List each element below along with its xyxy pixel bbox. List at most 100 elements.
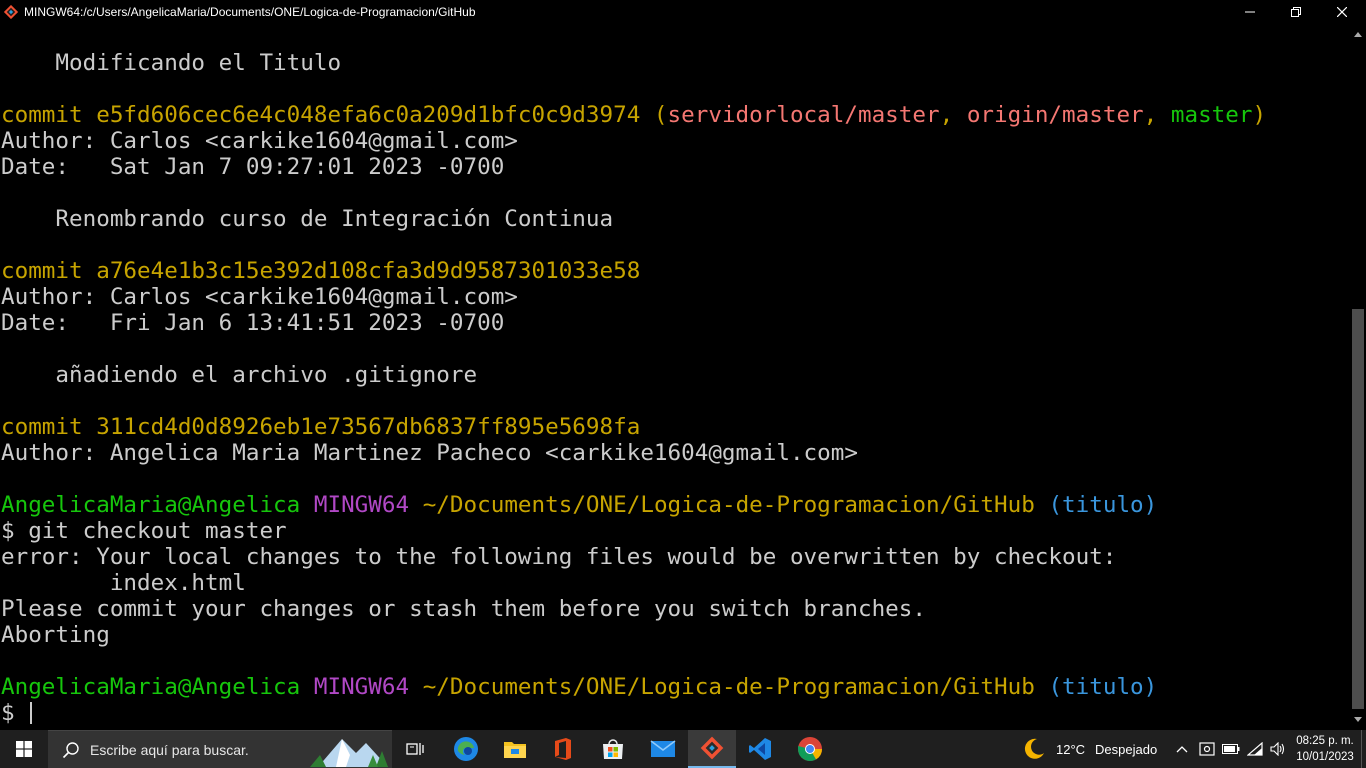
chevron-up-icon [1176, 746, 1188, 753]
office-icon [555, 738, 571, 760]
windows-logo-icon [16, 741, 32, 757]
file-explorer-button[interactable] [491, 730, 539, 768]
moon-icon [1024, 738, 1044, 759]
terminal-text: Please commit your changes or stash them… [1, 596, 926, 622]
taskbar-search-box[interactable]: Escribe aquí para buscar. [48, 730, 392, 768]
terminal-text: error: Your local changes to the followi… [1, 544, 1117, 570]
edge-button[interactable] [441, 730, 491, 768]
terminal-text: añadiendo el archivo .gitignore [1, 362, 478, 388]
weather-condition: Despejado [1095, 741, 1158, 757]
terminal-text: Renombrando curso de Integración Continu… [1, 206, 614, 232]
scroll-up-arrow-icon[interactable] [1350, 26, 1366, 42]
volume-button[interactable] [1267, 730, 1289, 768]
terminal-line: commit a76e4e1b3c15e392d108cfa3d9d958730… [0, 258, 1350, 284]
terminal-line: Modificando el Titulo [0, 50, 1350, 76]
terminal-line: index.html [0, 570, 1350, 596]
terminal-text: ) [1252, 102, 1267, 128]
taskbar: Escribe aquí para buscar. 12°C Despejado… [0, 730, 1366, 768]
terminal-text: , [1143, 102, 1171, 128]
terminal-line: Author: Angelica Maria Martinez Pacheco … [0, 440, 1350, 466]
terminal-line: Aborting [0, 622, 1350, 648]
terminal-text: MINGW64 [313, 492, 423, 518]
terminal-text: (titulo) [1048, 492, 1158, 518]
scroll-down-arrow-icon[interactable] [1350, 712, 1366, 728]
terminal-text: Author: Carlos <carkike1604@gmail.com> [1, 128, 518, 154]
terminal-line: commit 311cd4d0d8926eb1e73567db6837ff895… [0, 414, 1350, 440]
search-icon [62, 741, 79, 758]
start-button[interactable] [0, 730, 48, 768]
terminal-text: servidorlocal/master [667, 102, 940, 128]
terminal-line: $ git checkout master [0, 518, 1350, 544]
text-cursor [30, 702, 33, 724]
search-placeholder: Escribe aquí para buscar. [90, 741, 249, 758]
terminal-line: commit e5fd606cec6e4c048efa6c0a209d1bfc0… [0, 102, 1350, 128]
git-bash-icon [700, 736, 724, 760]
terminal-text: Author: Angelica Maria Martinez Pacheco … [1, 440, 858, 466]
speaker-icon [1270, 742, 1285, 756]
scroll-thumb[interactable] [1352, 309, 1364, 709]
edge-icon [454, 737, 478, 761]
git-bash-app-icon [4, 5, 18, 19]
terminal-text: index.html [1, 570, 246, 596]
terminal-line: $ [0, 700, 1350, 726]
show-hidden-icons-button[interactable] [1172, 730, 1192, 768]
terminal-text: Author: Carlos <carkike1604@gmail.com> [1, 284, 518, 310]
clock[interactable]: 08:25 p. m. 10/01/2023 [1290, 730, 1360, 768]
terminal-text: , [939, 102, 967, 128]
terminal-text: commit e5fd606cec6e4c048efa6c0a209d1bfc0… [1, 102, 668, 128]
vscode-button[interactable] [736, 730, 784, 768]
battery-button[interactable] [1220, 730, 1242, 768]
clock-date: 10/01/2023 [1296, 751, 1354, 763]
meet-now-button[interactable] [1196, 730, 1218, 768]
terminal-text: ~/Documents/ONE/Logica-de-Programacion/G… [422, 492, 1049, 518]
minimize-button[interactable] [1227, 0, 1273, 24]
weather-temp: 12°C [1056, 741, 1086, 757]
terminal-text: $ git checkout master [1, 518, 287, 544]
terminal-line: Author: Carlos <carkike1604@gmail.com> [0, 128, 1350, 154]
terminal-text: Aborting [1, 622, 110, 648]
search-highlight-image-icon [310, 739, 388, 767]
battery-icon [1222, 744, 1240, 754]
terminal-text: AngelicaMaria@Angelica [1, 674, 314, 700]
office-button[interactable] [539, 730, 587, 768]
show-desktop-button[interactable] [1361, 730, 1366, 768]
git-bash-taskbar-button[interactable] [688, 730, 736, 768]
meet-now-icon [1199, 742, 1215, 756]
terminal-line: Date: Sat Jan 7 09:27:01 2023 -0700 [0, 154, 1350, 180]
terminal-output[interactable]: Modificando el Titulo commit e5fd606cec6e… [0, 24, 1350, 730]
file-explorer-icon [504, 742, 526, 758]
network-button[interactable] [1244, 730, 1266, 768]
terminal-line: Please commit your changes or stash them… [0, 596, 1350, 622]
clock-time: 08:25 p. m. [1296, 735, 1354, 747]
restore-button[interactable] [1273, 0, 1319, 24]
close-button[interactable] [1319, 0, 1365, 24]
microsoft-store-button[interactable] [589, 730, 637, 768]
terminal-text: Date: Sat Jan 7 09:27:01 2023 -0700 [1, 154, 505, 180]
weather-widget[interactable]: 12°C Despejado [1022, 730, 1162, 768]
vertical-scrollbar[interactable] [1350, 24, 1366, 730]
terminal-line: añadiendo el archivo .gitignore [0, 362, 1350, 388]
restore-icon [1291, 7, 1301, 17]
terminal-line: Author: Carlos <carkike1604@gmail.com> [0, 284, 1350, 310]
task-view-icon [406, 743, 424, 755]
close-icon [1337, 7, 1347, 17]
vscode-icon [749, 738, 771, 760]
terminal-line: Renombrando curso de Integración Continu… [0, 206, 1350, 232]
terminal-text: AngelicaMaria@Angelica [1, 492, 314, 518]
window-title: MINGW64:/c/Users/AngelicaMaria/Documents… [24, 5, 476, 19]
terminal-text: commit a76e4e1b3c15e392d108cfa3d9d958730… [1, 258, 641, 284]
task-view-button[interactable] [392, 730, 440, 768]
microsoft-store-icon [603, 739, 623, 759]
mail-button[interactable] [639, 730, 687, 768]
terminal-text: $ [1, 700, 29, 726]
chrome-button[interactable] [786, 730, 834, 768]
window-title-bar[interactable]: MINGW64:/c/Users/AngelicaMaria/Documents… [0, 0, 1366, 24]
